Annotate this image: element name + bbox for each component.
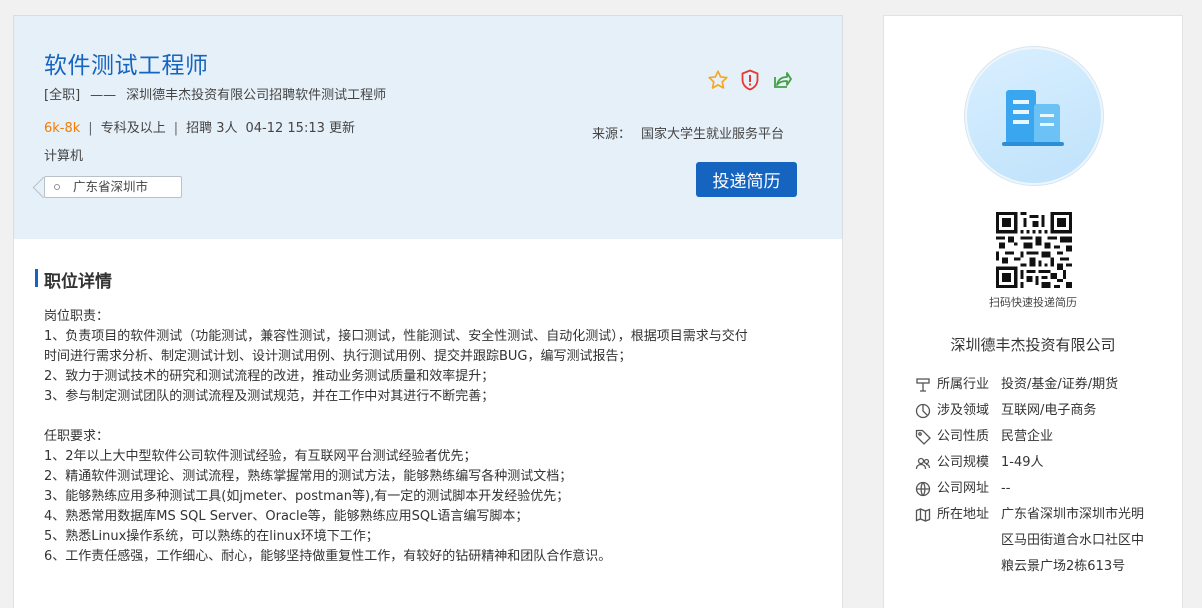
info-row-size: 公司规模 1-49人 bbox=[914, 454, 1151, 476]
job-subtitle-line: [全职] —— 深圳德丰杰投资有限公司招聘软件测试工程师 bbox=[44, 84, 386, 103]
info-value: 广东省深圳市深圳市光明区马田街道合水口社区中粮云景广场2栋613号 bbox=[1001, 507, 1145, 574]
job-type: [全职] bbox=[44, 88, 81, 103]
salary: 6k-8k bbox=[44, 121, 81, 136]
desc-line: 5、熟悉Linux操作系统，可以熟练的在linux环境下工作； bbox=[44, 529, 379, 544]
info-value: 民营企业 bbox=[1001, 429, 1054, 444]
desc-line: 1、2年以上大中型软件公司软件测试经验，有互联网平台测试经验者优先； bbox=[44, 449, 477, 464]
info-row-website: 公司网址 -- bbox=[914, 480, 1151, 502]
industry-icon bbox=[914, 376, 932, 394]
info-label: 所属行业 bbox=[937, 377, 990, 392]
info-label: 涉及领域 bbox=[937, 403, 990, 418]
education: 专科及以上 bbox=[100, 121, 166, 136]
info-value: 1-49人 bbox=[1001, 455, 1044, 470]
qr-code bbox=[996, 212, 1072, 288]
source-line: 来源： 国家大学生就业服务平台 bbox=[592, 123, 784, 142]
report-shield-icon[interactable] bbox=[738, 68, 762, 92]
dash-separator: —— bbox=[90, 88, 117, 103]
info-value: 互联网/电子商务 bbox=[1001, 403, 1097, 418]
desc-line: 1、负责项目的软件测试（功能测试，兼容性测试，接口测试，性能测试、安全性测试、自… bbox=[44, 329, 748, 344]
company-card: 扫码快速投递简历 深圳德丰杰投资有限公司 所属行业 投资/基金/证券/期货 涉及… bbox=[883, 15, 1183, 608]
desc-line: 任职要求： bbox=[44, 429, 110, 444]
job-subtitle: 深圳德丰杰投资有限公司招聘软件测试工程师 bbox=[126, 88, 387, 103]
job-meta: 6k-8k | 专科及以上 | 招聘 3人 04-12 15:13 更新 bbox=[44, 117, 355, 136]
major: 计算机 bbox=[44, 149, 84, 164]
tag-icon bbox=[914, 428, 932, 446]
pie-chart-icon bbox=[914, 402, 932, 420]
info-label: 公司性质 bbox=[937, 429, 990, 444]
desc-line: 时间进行需求分析、制定测试计划、设计测试用例、执行测试用例、提交并跟踪BUG，编… bbox=[44, 349, 632, 364]
desc-line: 3、参与制定测试团队的测试流程及测试规范，并在工作中对其进行不断完善； bbox=[44, 389, 495, 404]
desc-line: 3、能够熟练应用多种测试工具(如jmeter、postman等),有一定的测试脚… bbox=[44, 489, 570, 504]
info-row-field: 涉及领域 互联网/电子商务 bbox=[914, 402, 1151, 424]
desc-line: 岗位职责： bbox=[44, 309, 110, 324]
info-row-industry: 所属行业 投资/基金/证券/期货 bbox=[914, 376, 1151, 398]
star-icon[interactable] bbox=[706, 68, 730, 92]
share-icon[interactable] bbox=[770, 68, 794, 92]
building-icon bbox=[967, 49, 1101, 183]
company-logo bbox=[964, 46, 1104, 186]
source-label: 来源： bbox=[592, 127, 632, 142]
job-detail-card: 职位详情 岗位职责： 1、负责项目的软件测试（功能测试，兼容性测试，接口测试，性… bbox=[13, 239, 843, 608]
info-label: 公司规模 bbox=[937, 455, 990, 470]
info-label: 公司网址 bbox=[937, 481, 990, 496]
separator: | bbox=[173, 121, 179, 136]
info-row-nature: 公司性质 民营企业 bbox=[914, 428, 1151, 450]
job-title: 软件测试工程师 bbox=[44, 53, 209, 79]
info-value: 投资/基金/证券/期货 bbox=[1001, 377, 1119, 392]
map-icon bbox=[914, 506, 932, 524]
qr-label: 扫码快速投递简历 bbox=[989, 296, 1077, 309]
info-value[interactable]: -- bbox=[1001, 476, 1151, 502]
update-time: 04-12 15:13 更新 bbox=[245, 121, 356, 136]
globe-icon bbox=[914, 480, 932, 498]
info-label: 所在地址 bbox=[937, 507, 990, 522]
job-header-card: 软件测试工程师 [全职] —— 深圳德丰杰投资有限公司招聘软件测试工程师 6k-8k… bbox=[13, 15, 843, 240]
hiring-count: 招聘 3人 bbox=[186, 121, 238, 136]
source-value: 国家大学生就业服务平台 bbox=[641, 127, 785, 142]
section-title: 职位详情 bbox=[35, 267, 112, 292]
desc-line bbox=[44, 407, 814, 427]
tag-dot-icon bbox=[54, 184, 60, 190]
location-tag: 广东省深圳市 bbox=[44, 176, 182, 198]
separator: | bbox=[88, 121, 93, 136]
info-row-address: 所在地址 广东省深圳市深圳市光明区马田街道合水口社区中粮云景广场2栋613号 bbox=[914, 506, 1151, 580]
apply-resume-button[interactable]: 投递简历 bbox=[696, 162, 797, 197]
company-name[interactable]: 深圳德丰杰投资有限公司 bbox=[884, 334, 1182, 355]
desc-line: 6、工作责任感强，工作细心、耐心，能够坚持做重复性工作，有较好的钻研精神和团队合… bbox=[44, 549, 612, 564]
job-description: 岗位职责： 1、负责项目的软件测试（功能测试，兼容性测试，接口测试，性能测试、安… bbox=[44, 307, 814, 567]
desc-line: 2、致力于测试技术的研究和测试流程的改进，推动业务测试质量和效率提升； bbox=[44, 369, 495, 384]
desc-line: 4、熟悉常用数据库MS SQL Server、Oracle等，能够熟练应用SQL… bbox=[44, 509, 529, 524]
location-text: 广东省深圳市 bbox=[73, 179, 149, 194]
people-icon bbox=[914, 454, 932, 472]
desc-line: 2、精通软件测试理论、测试流程，熟练掌握常用的测试方法，能够熟练编写各种测试文档… bbox=[44, 469, 573, 484]
